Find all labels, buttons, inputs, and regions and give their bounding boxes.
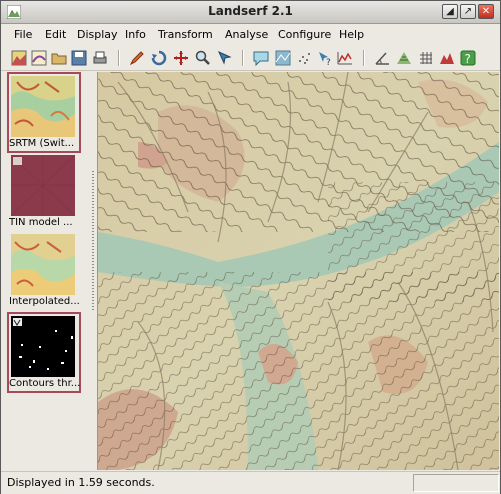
status-message: Displayed in 1.59 seconds. [7,476,155,489]
menu-edit[interactable]: Edit [45,28,66,41]
toolbar: ? ? [1,45,500,71]
maximize-button[interactable]: ↗ [460,4,476,19]
layer-thumbnail-tin[interactable]: TIN model ... [7,151,81,232]
layer-thumbnail-label: Contours thr... [9,378,81,389]
srtm-relief-thumbnail [11,76,75,137]
menu-configure[interactable]: Configure [278,28,331,41]
toolbar-separator [363,50,365,66]
shaded-relief-map[interactable] [98,72,499,470]
minimize-icon: ◢ [446,6,454,17]
info-balloon-icon[interactable] [253,50,269,66]
layer-thumbnail-interpolated[interactable]: Interpolated... [7,230,81,311]
svg-text:?: ? [326,58,331,66]
svg-text:?: ? [465,52,471,66]
save-icon[interactable] [71,50,87,66]
menu-info[interactable]: Info [125,28,146,41]
menu-help[interactable]: Help [339,28,364,41]
open-icon[interactable] [51,50,67,66]
status-bar: Displayed in 1.59 seconds. [1,471,500,494]
contour-icon[interactable] [396,50,412,66]
maximize-icon: ↗ [463,6,473,17]
menu-transform[interactable]: Transform [158,28,213,41]
interpolated-relief-thumbnail [11,234,75,295]
menu-bar: File Edit Display Info Transform Analyse… [1,24,500,44]
angle-icon[interactable] [374,50,390,66]
contours-thumbnail [11,316,75,377]
pan-icon[interactable] [173,50,189,66]
new-vector-icon[interactable] [31,50,47,66]
layer-thumbnail-panel: SRTM (Swit... TIN model ... Interpolated… [5,72,81,470]
zoom-icon[interactable] [195,50,211,66]
toolbar-separator [118,50,120,66]
relief-icon[interactable] [275,50,291,66]
close-icon: ✕ [481,6,491,17]
map-view[interactable] [97,72,499,470]
menu-file[interactable]: File [14,28,32,41]
layer-thumbnail-label: Interpolated... [9,296,80,307]
window-title: Landserf 2.1 [208,4,293,18]
title-bar[interactable]: Landserf 2.1 ◢ ↗ ✕ [1,1,500,24]
grid-icon[interactable] [418,50,434,66]
peak-icon[interactable] [439,50,455,66]
layer-thumbnail-srtm[interactable]: SRTM (Swit... [7,72,81,153]
toolbar-separator [242,50,244,66]
new-raster-icon[interactable] [11,50,27,66]
profile-icon[interactable] [337,50,353,66]
close-button[interactable]: ✕ [478,4,494,19]
layer-thumbnail-label: SRTM (Swit... [9,138,75,149]
edit-pencil-icon[interactable] [129,50,145,66]
status-secondary-panel [413,474,499,492]
print-icon[interactable] [92,50,108,66]
layer-thumbnail-contours[interactable]: Contours thr... [7,312,81,393]
menu-analyse[interactable]: Analyse [225,28,268,41]
query-icon[interactable]: ? [317,50,333,66]
help-icon[interactable]: ? [460,50,476,66]
minimize-button[interactable]: ◢ [442,4,458,19]
rotate-icon[interactable] [151,50,167,66]
select-icon[interactable] [217,50,233,66]
app-window: Landserf 2.1 ◢ ↗ ✕ File Edit Display Inf… [0,0,501,494]
tin-model-thumbnail [11,155,75,216]
splitter-grip[interactable] [92,171,94,311]
layer-thumbnail-label: TIN model ... [9,217,73,228]
menu-display[interactable]: Display [77,28,118,41]
scatter-icon[interactable] [297,50,313,66]
